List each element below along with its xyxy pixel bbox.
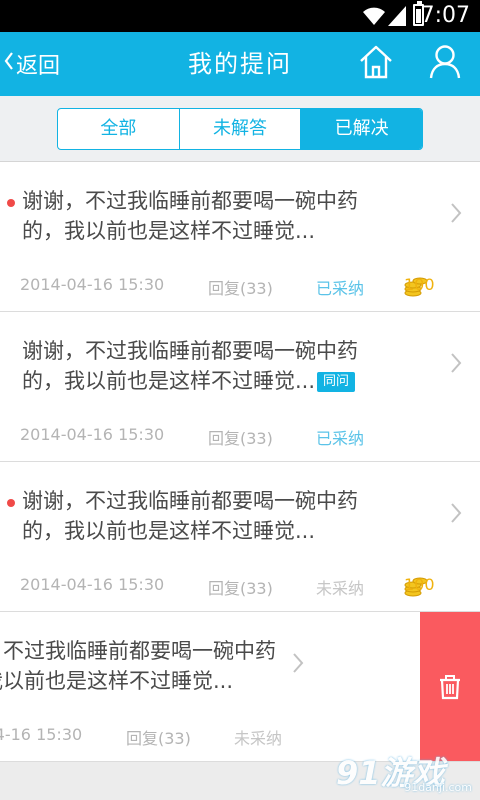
question-meta: 2014-04-16 15:30 回复(33) 未采纳 100	[20, 575, 480, 598]
user-icon	[429, 45, 461, 79]
reward: 100	[404, 575, 435, 597]
chevron-right-icon	[450, 352, 462, 380]
reply-count: 回复(33)	[126, 729, 191, 748]
profile-button[interactable]	[428, 44, 462, 82]
unread-dot	[7, 499, 15, 507]
reply-count: 回复(33)	[208, 579, 273, 598]
chevron-right-icon	[450, 202, 462, 230]
question-meta: 2014-04-16 15:30 回复(33) 未采纳	[0, 725, 398, 748]
chevron-right-icon	[450, 502, 462, 530]
question-text: 谢谢，不过我临睡前都要喝一碗中药 的，我以前也是这样不过睡觉...	[22, 186, 422, 246]
question-text-line: 谢谢，不过我临睡前都要喝一碗中药	[0, 639, 276, 663]
question-text-line: 的，我以前也是这样不过睡觉...	[22, 219, 316, 243]
filter-tab-bar: 全部 未解答 已解决	[0, 96, 480, 162]
question-date: 2014-04-16 15:30	[0, 725, 83, 744]
tab-solved[interactable]: 已解决	[300, 109, 422, 149]
reward-amount: 100	[404, 275, 435, 294]
status-label: 已采纳	[316, 279, 365, 298]
tab-all[interactable]: 全部	[58, 109, 179, 149]
tab-unanswered[interactable]: 未解答	[178, 109, 301, 149]
wifi-icon	[362, 6, 386, 30]
question-item[interactable]: 谢谢，不过我临睡前都要喝一碗中药 的，我以前也是这样不过睡觉... 2014-0…	[0, 162, 480, 312]
question-text-line: 谢谢，不过我临睡前都要喝一碗中药	[22, 189, 358, 213]
status-label: 已采纳	[316, 429, 365, 448]
swipe-content[interactable]: 谢谢，不过我临睡前都要喝一碗中药 的，我以前也是这样不过睡觉... 2014-0…	[0, 612, 420, 761]
question-text: 谢谢，不过我临睡前都要喝一碗中药 的，我以前也是这样不过睡觉...	[0, 636, 340, 696]
question-date: 2014-04-16 15:30	[20, 425, 165, 444]
chevron-right-icon	[292, 652, 304, 680]
reward-amount: 100	[404, 575, 435, 594]
reply-count: 回复(33)	[208, 429, 273, 448]
home-button[interactable]	[358, 44, 394, 82]
question-text-line-with-badge: 的，我以前也是这样不过睡觉... 同问	[22, 366, 422, 396]
question-meta: 2014-04-16 15:30 回复(33) 已采纳	[20, 425, 480, 448]
question-text-line: 谢谢，不过我临睡前都要喝一碗中药	[22, 489, 358, 513]
segmented-control: 全部 未解答 已解决	[57, 108, 423, 150]
question-meta: 2014-04-16 15:30 回复(33) 已采纳 100	[20, 275, 480, 298]
status-label: 未采纳	[316, 579, 365, 598]
reply-count: 回复(33)	[208, 279, 273, 298]
status-label: 未采纳	[234, 729, 283, 748]
question-date: 2014-04-16 15:30	[20, 575, 165, 594]
question-date: 2014-04-16 15:30	[20, 275, 165, 294]
signal-icon	[388, 6, 406, 30]
question-text-line: 谢谢，不过我临睡前都要喝一碗中药	[22, 339, 358, 363]
watermark-logo: 91游戏 91danji.com	[336, 748, 474, 794]
question-list: 谢谢，不过我临睡前都要喝一碗中药 的，我以前也是这样不过睡觉... 2014-0…	[0, 162, 480, 762]
status-time: 7:07	[420, 3, 470, 28]
question-text: 谢谢，不过我临睡前都要喝一碗中药 的，我以前也是这样不过睡觉... 同问	[22, 336, 422, 396]
same-question-badge: 同问	[317, 372, 356, 392]
question-text: 谢谢，不过我临睡前都要喝一碗中药 的，我以前也是这样不过睡觉...	[22, 486, 422, 546]
unread-dot	[7, 199, 15, 207]
question-text-line: 的，我以前也是这样不过睡觉...	[22, 369, 316, 393]
reward: 100	[404, 275, 435, 297]
question-text-line: 的，我以前也是这样不过睡觉...	[0, 669, 234, 693]
title-bar: 返回 我的提问	[0, 32, 480, 96]
question-item[interactable]: 谢谢，不过我临睡前都要喝一碗中药 的，我以前也是这样不过睡觉... 同问 2014…	[0, 312, 480, 462]
page-title: 我的提问	[188, 50, 292, 78]
status-bar: 7:07	[0, 0, 480, 32]
question-item-swiped[interactable]: 谢谢，不过我临睡前都要喝一碗中药 的，我以前也是这样不过睡觉... 2014-0…	[0, 612, 480, 762]
trash-icon	[440, 675, 460, 700]
watermark-url: 91danji.com	[404, 781, 472, 794]
delete-button[interactable]	[420, 612, 480, 761]
home-icon	[360, 45, 392, 79]
question-item[interactable]: 谢谢，不过我临睡前都要喝一碗中药 的，我以前也是这样不过睡觉... 2014-0…	[0, 462, 480, 612]
question-text-line: 的，我以前也是这样不过睡觉...	[22, 519, 316, 543]
